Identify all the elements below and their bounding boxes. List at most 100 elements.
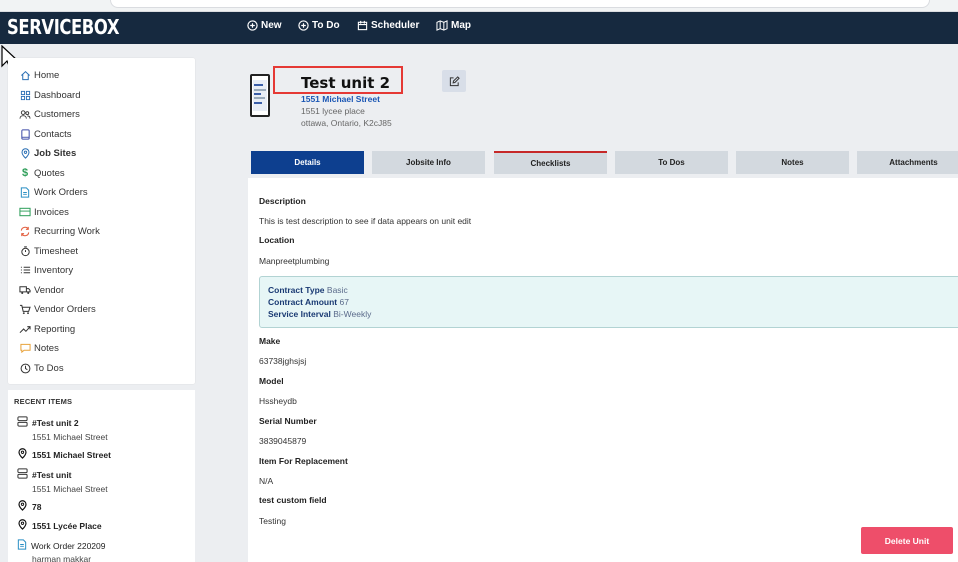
address-bar[interactable] [110,0,930,8]
recent-item[interactable]: Work Order 220209 [17,539,106,552]
sidebar-item-label: Invoices [34,206,69,218]
contract-info-box: Contract Type Basic Contract Amount 67 S… [259,276,958,328]
map-icon [436,20,448,31]
nav-map-label: Map [451,20,471,31]
recent-item[interactable]: #Test unit 2 [17,416,79,429]
cart-icon [19,303,31,315]
sidebar-item-label: Timesheet [34,245,78,257]
tab-to-dos[interactable]: To Dos [615,151,728,174]
recent-item[interactable]: 1551 Michael Street [17,448,111,461]
edit-button[interactable] [442,70,466,92]
replacement-label: Item For Replacement [259,456,348,466]
tab-notes[interactable]: Notes [736,151,849,174]
sidebar-item-label: Recurring Work [34,225,100,237]
sidebar-item-label: Vendor [34,284,65,296]
make-label: Make [259,336,281,346]
nav-map-button[interactable]: Map [436,20,471,31]
tab-checklists[interactable]: Checklists [494,151,607,174]
sidebar-item-contacts[interactable]: Contacts [19,127,72,141]
home-icon [19,69,31,81]
recent-item[interactable]: 78 [17,500,41,513]
sidebar-item-recurring-work[interactable]: Recurring Work [19,224,100,238]
document-icon [17,539,27,552]
sidebar-item-invoices[interactable]: Invoices [19,205,69,219]
sidebar-item-label: Job Sites [34,147,77,159]
recent-item[interactable]: 1551 Lycée Place [17,519,102,532]
sidebar-item-to-dos[interactable]: To Dos [19,361,64,375]
job-site-link[interactable]: 1551 Michael Street [301,94,380,104]
recent-item-label: #Test unit [32,469,72,480]
calendar-icon [357,20,368,31]
nav-scheduler-button[interactable]: Scheduler [357,20,419,31]
recent-item-label: 78 [32,501,42,512]
sidebar-nav: Home Dashboard Customers Contacts Job Si… [8,58,195,384]
truck-icon [19,284,31,296]
contract-type-row: Contract Type Basic [268,285,348,295]
main-content: Test unit 2 1551 Michael Street 1551 lyc… [248,58,958,562]
app-logo[interactable]: SERVICEBOX [7,15,119,39]
recent-item[interactable]: #Test unit [17,468,72,481]
model-value: Hssheydb [259,396,297,406]
sidebar-item-label: Work Orders [34,186,88,198]
nav-todo-label: To Do [312,20,340,31]
replacement-value: N/A [259,476,274,486]
contact-book-icon [19,128,31,140]
plus-circle-icon [247,20,258,31]
trend-icon [19,323,31,335]
unit-thumbnail[interactable] [250,74,270,117]
sidebar-item-vendor-orders[interactable]: Vendor Orders [19,302,96,316]
recent-item-sub: harman makkar [32,554,92,562]
top-navbar: SERVICEBOX New To Do Scheduler Map [0,12,958,44]
contract-amount-row: Contract Amount 67 [268,297,349,307]
sidebar-item-label: Vendor Orders [34,303,96,315]
delete-unit-button[interactable]: Delete Unit [861,527,953,554]
tab-attachments[interactable]: Attachments [857,151,958,174]
nav-todo-button[interactable]: To Do [298,20,340,31]
edit-icon [449,75,460,86]
recent-item-sub: 1551 Michael Street [32,432,108,442]
recent-item-label: 1551 Michael Street [32,449,111,460]
serial-number-label: Serial Number [259,416,317,426]
users-icon [19,108,31,120]
model-label: Model [259,376,284,386]
location-pin-icon [17,500,28,513]
sidebar-item-job-sites[interactable]: Job Sites [19,146,76,160]
sidebar-item-reporting[interactable]: Reporting [19,322,75,336]
dollar-icon: $ [21,167,29,179]
tab-details[interactable]: Details [251,151,364,174]
recent-item-label: 1551 Lycée Place [32,520,102,531]
nav-new-label: New [261,20,282,31]
stopwatch-icon [19,245,31,257]
location-pin-icon [19,147,31,159]
sidebar-item-label: Contacts [34,128,72,140]
browser-toolbar [0,0,958,12]
sidebar-item-vendor[interactable]: Vendor [19,283,64,297]
tab-jobsite-info[interactable]: Jobsite Info [372,151,485,174]
description-label: Description [259,196,306,206]
sidebar-item-timesheet[interactable]: Timesheet [19,244,78,258]
make-value: 63738jghsjsj [259,356,307,366]
custom-field-label: test custom field [259,495,327,505]
list-icon [19,264,31,276]
sidebar-item-quotes[interactable]: $ Quotes [19,166,65,180]
sidebar-item-label: Notes [34,342,59,354]
sidebar-item-home[interactable]: Home [19,68,59,82]
address-line-1: 1551 lycee place [301,106,365,116]
service-interval-row: Service Interval Bi-Weekly [268,309,372,319]
sidebar-item-notes[interactable]: Notes [19,341,59,355]
nav-scheduler-label: Scheduler [371,20,420,31]
nav-new-button[interactable]: New [247,20,282,31]
sidebar-item-label: To Dos [34,362,64,374]
sidebar-item-inventory[interactable]: Inventory [19,263,73,277]
sidebar-item-label: Quotes [34,167,65,179]
address-line-2: ottawa, Ontario, K2cJ85 [301,118,392,128]
invoice-icon [19,206,31,218]
sidebar-item-label: Customers [34,108,80,120]
grid-icon [19,89,31,101]
sidebar-item-label: Home [34,69,60,81]
description-value: This is test description to see if data … [259,216,472,226]
sidebar-item-dashboard[interactable]: Dashboard [19,88,80,102]
sidebar-item-work-orders[interactable]: Work Orders [19,185,88,199]
sidebar-item-customers[interactable]: Customers [19,107,80,121]
custom-field-value: Testing [259,516,286,526]
